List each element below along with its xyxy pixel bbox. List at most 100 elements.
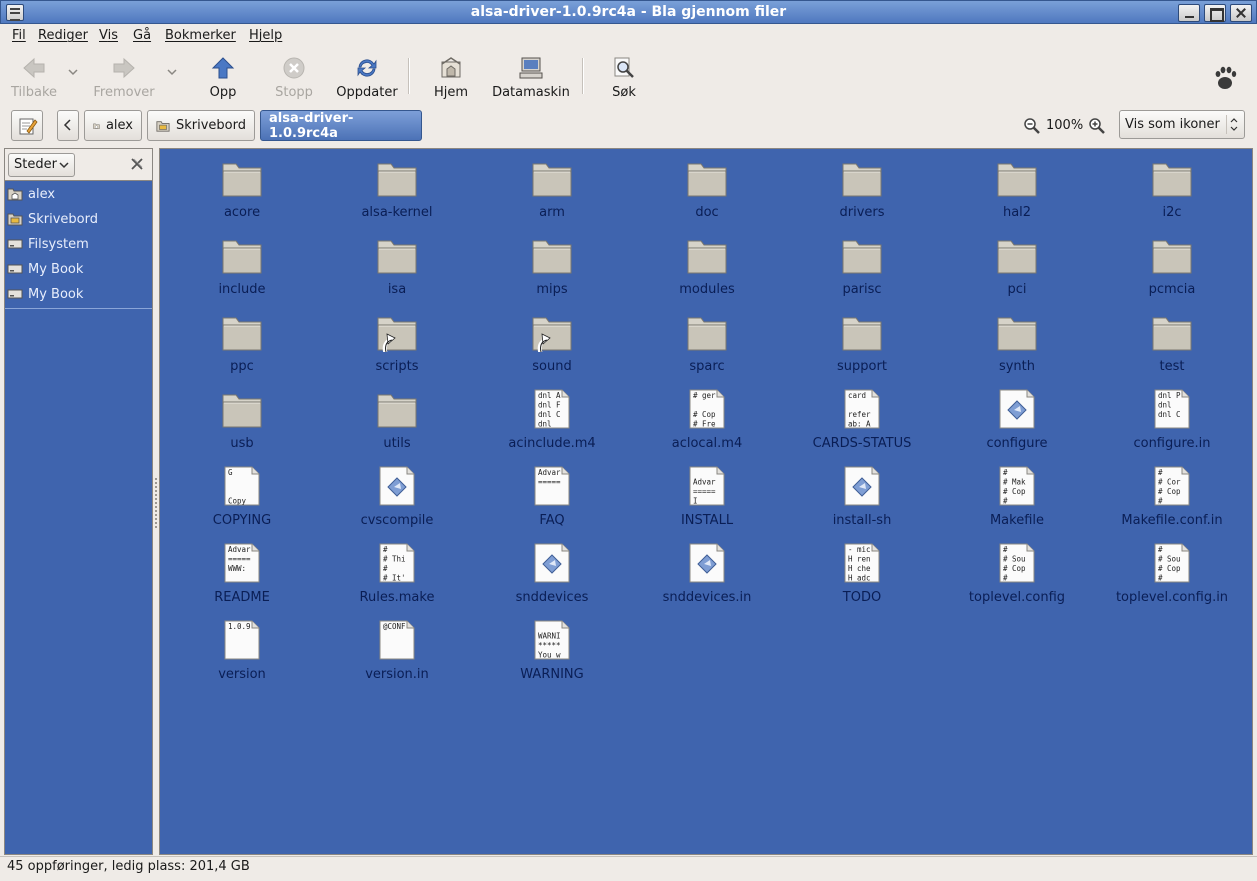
menu-rediger[interactable]: Rediger	[38, 28, 88, 43]
file-item-readme[interactable]: Advar ===== WWW: README	[167, 537, 317, 609]
zoom-level[interactable]: 100%	[1046, 118, 1083, 133]
close-side-pane-icon[interactable]	[129, 156, 145, 172]
file-item-drivers[interactable]: drivers	[787, 152, 937, 224]
file-item-cards-status[interactable]: card refer ab: A CARDS-STATUS	[787, 383, 937, 455]
file-icon-view[interactable]: acore alsa-kernel arm doc drivers hal2 i2c incl…	[159, 148, 1253, 855]
zoom-out-icon[interactable]	[1023, 117, 1041, 135]
menu-vis[interactable]: Vis	[99, 28, 118, 43]
file-item-utils[interactable]: utils	[322, 383, 472, 455]
file-item-usb[interactable]: usb	[167, 383, 317, 455]
file-item-pci[interactable]: pci	[942, 229, 1092, 301]
stop-button[interactable]: Stopp	[270, 54, 318, 100]
place-my-book-1[interactable]: My Book	[7, 258, 150, 280]
file-item-pcmcia[interactable]: pcmcia	[1097, 229, 1247, 301]
file-item-rules-make[interactable]: # # Thi # # It' Rules.make	[322, 537, 472, 609]
file-item-mips[interactable]: mips	[477, 229, 627, 301]
file-name-label: utils	[383, 436, 411, 451]
close-window-button[interactable]	[1230, 4, 1252, 22]
file-item-install[interactable]: Advar ===== I INSTALL	[632, 460, 782, 532]
file-item-install-sh[interactable]: install-sh	[787, 460, 937, 532]
file-preview-line: dnl P	[1158, 391, 1181, 400]
breadcrumb-alex[interactable]: alex	[84, 110, 142, 141]
file-item-cvscompile[interactable]: cvscompile	[322, 460, 472, 532]
forward-history-chevron-icon[interactable]	[166, 66, 178, 78]
breadcrumb-scroll-left-button[interactable]	[57, 110, 79, 141]
search-button[interactable]: Søk	[600, 54, 648, 100]
menu-ga[interactable]: Gå	[133, 28, 151, 43]
file-item-makefile-conf-in[interactable]: # # Cor # Cop # Makefile.conf.in	[1097, 460, 1247, 532]
breadcrumb-skrivebord[interactable]: Skrivebord	[147, 110, 255, 141]
file-item-configure[interactable]: configure	[942, 383, 1092, 455]
file-name-label: alsa-kernel	[361, 205, 433, 220]
file-item-version-in[interactable]: @CONF version.in	[322, 614, 472, 686]
file-item-synth[interactable]: synth	[942, 306, 1092, 378]
desktop-icon	[7, 213, 23, 226]
file-name-label: CARDS-STATUS	[812, 436, 912, 451]
file-item-test[interactable]: test	[1097, 306, 1247, 378]
folder-icon	[1152, 235, 1192, 275]
file-item-configure-in[interactable]: dnl Pdnl dnl C configure.in	[1097, 383, 1247, 455]
minimize-button[interactable]	[1178, 4, 1200, 22]
text-file-icon: # # Sou # Cop #	[997, 543, 1037, 583]
file-item-warning[interactable]: WARNI ***** You w WARNING	[477, 614, 627, 686]
side-pane-selector[interactable]: Steder	[8, 153, 75, 177]
back-button[interactable]: Tilbake	[8, 54, 60, 100]
file-item-alsa-kernel[interactable]: alsa-kernel	[322, 152, 472, 224]
text-file-icon: 1.0.9	[222, 620, 262, 660]
place-my-book-2[interactable]: My Book	[7, 283, 150, 305]
file-item-aclocal-m4[interactable]: # ger # Cop # Fre aclocal.m4	[632, 383, 782, 455]
maximize-button[interactable]	[1204, 4, 1226, 22]
file-item-support[interactable]: support	[787, 306, 937, 378]
breadcrumb-current[interactable]: alsa-driver-1.0.9rc4a	[260, 110, 422, 141]
zoom-in-icon[interactable]	[1088, 117, 1106, 135]
file-name-label: doc	[695, 205, 719, 220]
up-button[interactable]: Opp	[200, 54, 246, 100]
file-item-faq[interactable]: Advar ===== FAQ	[477, 460, 627, 532]
file-item-include[interactable]: include	[167, 229, 317, 301]
file-name-label: snddevices	[515, 590, 589, 605]
back-history-chevron-icon[interactable]	[67, 66, 79, 78]
drive-icon	[7, 289, 23, 299]
file-preview-line: # Cor	[1158, 478, 1181, 487]
home-button[interactable]: Hjem	[426, 54, 476, 100]
toggle-location-entry-button[interactable]	[11, 110, 43, 141]
file-preview-line: - mic	[848, 545, 871, 554]
file-item-version[interactable]: 1.0.9 version	[167, 614, 317, 686]
file-item-acinclude-m4[interactable]: dnl Adnl Fdnl Cdnl acinclude.m4	[477, 383, 627, 455]
file-item-scripts[interactable]: scripts	[322, 306, 472, 378]
file-item-hal2[interactable]: hal2	[942, 152, 1092, 224]
text-file-icon: # # Mak # Cop #	[997, 466, 1037, 506]
file-item-acore[interactable]: acore	[167, 152, 317, 224]
file-item-sound[interactable]: sound	[477, 306, 627, 378]
file-item-copying[interactable]: G Copy COPYING	[167, 460, 317, 532]
file-item-sparc[interactable]: sparc	[632, 306, 782, 378]
file-item-isa[interactable]: isa	[322, 229, 472, 301]
file-item-ppc[interactable]: ppc	[167, 306, 317, 378]
menu-hjelp[interactable]: Hjelp	[249, 28, 282, 43]
file-item-snddevices[interactable]: snddevices	[477, 537, 627, 609]
reload-button[interactable]: Oppdater	[334, 54, 400, 100]
menu-fil[interactable]: Fil	[12, 28, 26, 43]
view-mode-select[interactable]: Vis som ikoner	[1119, 110, 1245, 139]
file-item-parisc[interactable]: parisc	[787, 229, 937, 301]
reload-icon	[357, 59, 377, 77]
file-item-todo[interactable]: - mic H ren H che H adc TODO	[787, 537, 937, 609]
forward-button[interactable]: Fremover	[92, 54, 156, 100]
place-alex[interactable]: alex	[7, 183, 150, 205]
file-item-i2c[interactable]: i2c	[1097, 152, 1247, 224]
place-filsystem[interactable]: Filsystem	[7, 233, 150, 255]
computer-button[interactable]: Datamaskin	[490, 54, 572, 100]
file-item-toplevel-config-in[interactable]: # # Sou # Cop # toplevel.config.in	[1097, 537, 1247, 609]
text-file-icon: dnl Adnl Fdnl Cdnl	[532, 389, 572, 429]
file-item-snddevices-in[interactable]: snddevices.in	[632, 537, 782, 609]
window-titlebar[interactable]: alsa-driver-1.0.9rc4a - Bla gjennom file…	[0, 0, 1257, 24]
file-item-doc[interactable]: doc	[632, 152, 782, 224]
menu-bokmerker[interactable]: Bokmerker	[165, 28, 236, 43]
place-skrivebord[interactable]: Skrivebord	[7, 208, 150, 230]
file-item-toplevel-config[interactable]: # # Sou # Cop # toplevel.config	[942, 537, 1092, 609]
text-file-icon: WARNI ***** You w	[532, 620, 572, 660]
file-item-modules[interactable]: modules	[632, 229, 782, 301]
file-name-label: configure	[986, 436, 1048, 451]
file-item-makefile[interactable]: # # Mak # Cop # Makefile	[942, 460, 1092, 532]
file-item-arm[interactable]: arm	[477, 152, 627, 224]
